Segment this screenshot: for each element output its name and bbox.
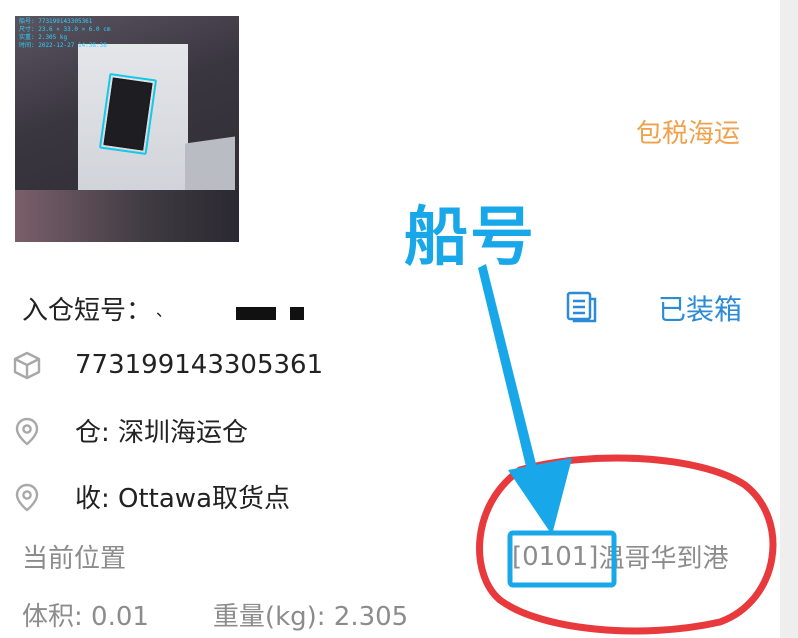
- photo-overlay-line: 时间: 2022-12-27 14:38:38: [19, 42, 107, 49]
- photo-floor: [15, 190, 239, 242]
- package-photo[interactable]: 船号: 773199143305361 尺寸: 23.6 × 33.0 × 6.…: [15, 16, 239, 242]
- status-badge[interactable]: 已装箱: [658, 288, 742, 328]
- weight-label: 重量(kg): 2.305: [212, 602, 409, 632]
- tracking-number[interactable]: 773199143305361: [75, 350, 323, 380]
- measurement-row: 体积: 0.01 重量(kg): 2.305: [22, 596, 408, 633]
- redacted-block: [236, 307, 276, 320]
- current-location-label-row: 当前位置: [22, 538, 126, 575]
- receiver-label: 收: Ottawa取货点: [75, 484, 291, 514]
- location-pin-icon: [15, 417, 39, 446]
- receiver-row: 收: Ottawa取货点: [12, 478, 290, 515]
- annotation-arrow-head: [508, 458, 572, 535]
- annotation-label: 船号: [404, 201, 536, 275]
- warehouse-row: 仓: 深圳海运仓: [12, 412, 248, 449]
- volume-label: 体积: 0.01: [22, 602, 149, 632]
- photo-overlay-line: 尺寸: 23.6 × 33.0 × 6.0 cm: [19, 26, 111, 33]
- scrollbar-track: [780, 0, 798, 638]
- current-location-label: 当前位置: [22, 544, 127, 574]
- tracking-row: 773199143305361: [12, 350, 323, 380]
- short-code-row: 入仓短号： 、: [22, 290, 172, 327]
- short-code-value: 、: [156, 300, 173, 320]
- short-code-label: 入仓短号：: [22, 296, 153, 326]
- warehouse-label: 仓: 深圳海运仓: [75, 418, 249, 448]
- photo-overlay-line: 实重: 2.305 kg: [19, 34, 68, 41]
- redacted-block: [290, 307, 304, 320]
- box-icon: [13, 351, 41, 380]
- document-icon[interactable]: [565, 290, 599, 324]
- photo-overlay-line: 船号: 773199143305361: [19, 18, 93, 25]
- location-pin-icon: [15, 483, 39, 512]
- annotation-arrow-shaft: [478, 264, 540, 483]
- shipping-type-label: 包税海运: [636, 119, 741, 149]
- current-location-value: [0101] 温哥华到港: [512, 538, 728, 575]
- current-location-name: 温哥华到港: [598, 544, 729, 574]
- photo-package: [103, 77, 153, 151]
- current-location-code: [0101]: [512, 541, 599, 572]
- photo-overlay-text: 船号: 773199143305361 尺寸: 23.6 × 33.0 × 6.…: [19, 18, 110, 50]
